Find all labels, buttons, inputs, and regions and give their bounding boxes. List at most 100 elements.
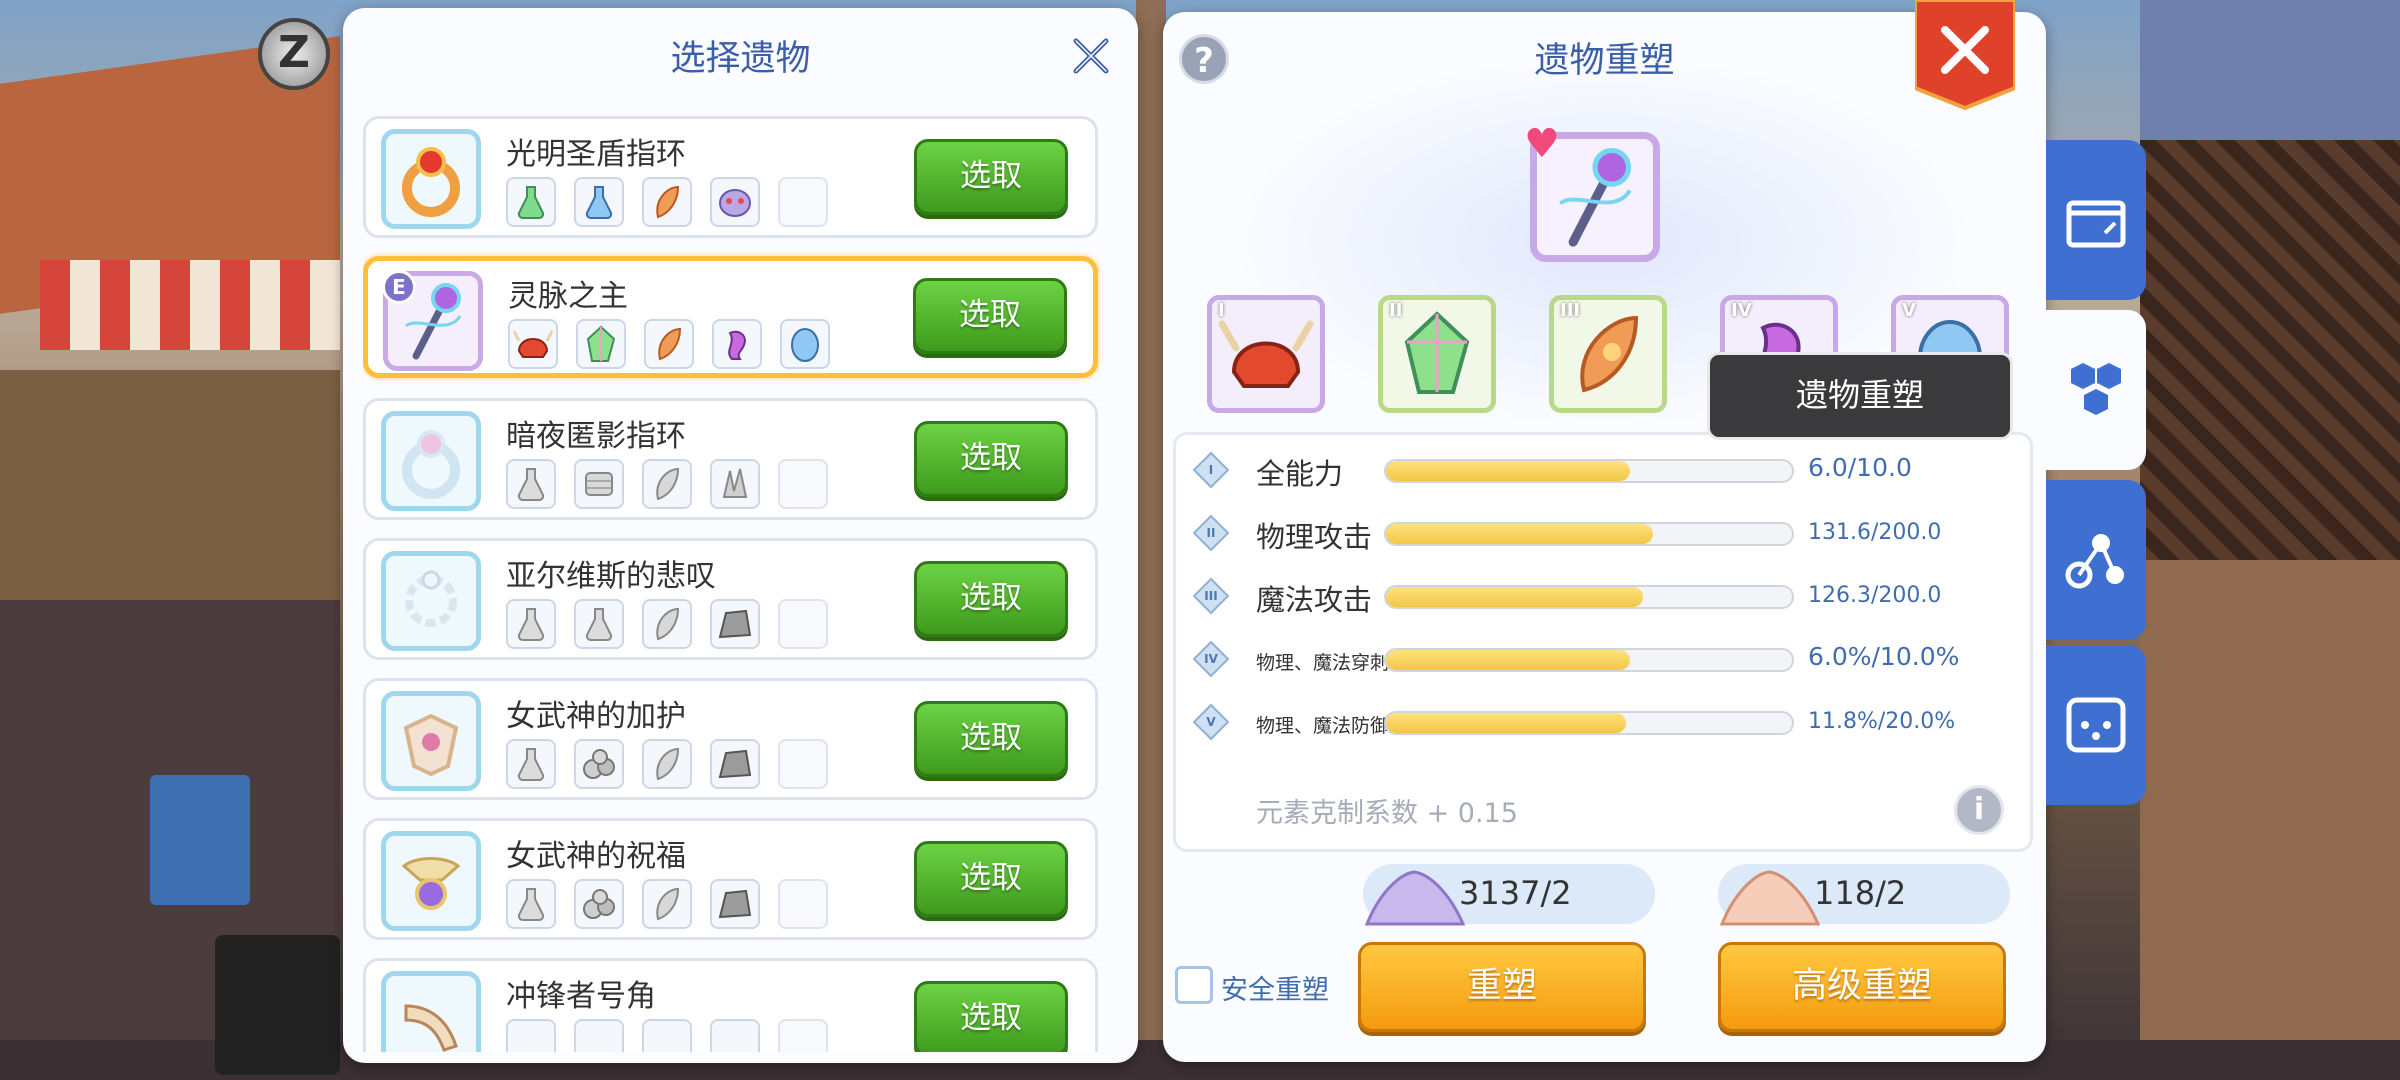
feather-icon bbox=[656, 467, 680, 501]
relic-thumbnail bbox=[381, 691, 481, 791]
panel-title: 遗物重塑 bbox=[1534, 41, 1675, 81]
attribute-value: 11.8%/20.0% bbox=[1808, 709, 1956, 734]
rune-slot bbox=[574, 739, 624, 789]
rocks-icon bbox=[583, 889, 615, 919]
ring-icon bbox=[402, 147, 460, 217]
select-button[interactable]: 选取 bbox=[914, 139, 1068, 215]
list-item[interactable]: 女武神的加护 选取 bbox=[363, 678, 1098, 800]
list-item[interactable]: 光明圣盾指环 选取 bbox=[363, 116, 1098, 238]
rune-slot bbox=[710, 177, 760, 227]
select-button[interactable]: 选取 bbox=[913, 278, 1067, 354]
helmet-icon bbox=[512, 330, 554, 358]
safe-reforge-label[interactable]: 安全重塑 bbox=[1221, 968, 1329, 1007]
tab-slots[interactable] bbox=[2046, 645, 2146, 805]
relic-name: 灵脉之主 bbox=[508, 279, 628, 314]
empty-rune-slot bbox=[778, 739, 828, 789]
rune-slot bbox=[506, 459, 556, 509]
list-item[interactable]: 暗夜匿影指环 选取 bbox=[363, 398, 1098, 520]
relic-thumbnail bbox=[381, 551, 481, 651]
safe-reforge-checkbox[interactable] bbox=[1175, 966, 1213, 1004]
select-button[interactable]: 选取 bbox=[914, 421, 1068, 497]
equipped-badge: E bbox=[382, 270, 416, 304]
relic-thumbnail: E bbox=[382, 270, 483, 371]
scale-icon bbox=[585, 472, 613, 496]
tab-bonds[interactable] bbox=[2046, 480, 2146, 640]
rune-slot-3[interactable]: III bbox=[1549, 295, 1667, 413]
rune-slot bbox=[710, 879, 760, 929]
select-button[interactable]: 选取 bbox=[914, 981, 1068, 1052]
diamond-icon: I bbox=[1192, 451, 1230, 489]
chain-icon bbox=[405, 570, 457, 627]
nodes-icon bbox=[2065, 534, 2124, 589]
relic-name: 光明圣盾指环 bbox=[506, 137, 686, 172]
rune-slot bbox=[642, 459, 692, 509]
diamond-icon: V bbox=[1192, 703, 1230, 741]
slot-numeral: V bbox=[1902, 300, 1916, 321]
purple-dust-cost: 3137/2 bbox=[1363, 864, 1655, 926]
element-coefficient-text: 元素克制系数 + 0.15 bbox=[1256, 798, 1518, 829]
potion-icon bbox=[517, 888, 545, 921]
list-item[interactable]: 亚尔维斯的悲叹 选取 bbox=[363, 538, 1098, 660]
relic-list[interactable]: 光明圣盾指环 选取 E 灵脉之主 选取 暗夜匿影指环 选取 亚尔维斯的悲叹 选取… bbox=[363, 112, 1118, 1052]
list-item-selected[interactable]: E 灵脉之主 选取 bbox=[363, 256, 1098, 378]
relic-thumbnail bbox=[381, 831, 481, 931]
empty-rune-slot bbox=[778, 599, 828, 649]
relic-thumbnail bbox=[381, 129, 481, 229]
pink-dust-icon bbox=[1719, 870, 1821, 926]
rune-slot bbox=[576, 319, 626, 369]
rune-slot bbox=[712, 319, 762, 369]
potion-icon bbox=[517, 748, 545, 781]
close-icon[interactable] bbox=[1915, 0, 2015, 110]
select-button[interactable]: 选取 bbox=[914, 701, 1068, 777]
attribute-list: I 全能力 6.0/10.0 II 物理攻击 131.6/200.0 III 魔… bbox=[1173, 432, 2033, 852]
attribute-row: IV 物理、魔法穿刺 6.0%/10.0% bbox=[1176, 634, 2026, 684]
attribute-row: I 全能力 6.0/10.0 bbox=[1176, 445, 2026, 495]
relic-name: 暗夜匿影指环 bbox=[506, 419, 686, 454]
diamond-icon: II bbox=[1192, 514, 1230, 552]
attribute-progress-bar bbox=[1384, 648, 1794, 672]
attribute-value: 126.3/200.0 bbox=[1808, 583, 1942, 608]
list-item[interactable]: 冲锋者号角 选取 bbox=[363, 958, 1098, 1052]
rune-slot bbox=[710, 599, 760, 649]
horn-icon bbox=[404, 1004, 458, 1052]
info-button[interactable]: i bbox=[1954, 785, 2004, 835]
tab-shop[interactable] bbox=[2046, 140, 2146, 300]
relic-thumbnail bbox=[381, 411, 481, 511]
attribute-value: 6.0/10.0 bbox=[1808, 453, 1912, 482]
rune-slot bbox=[508, 319, 558, 369]
rocks-icon bbox=[583, 749, 615, 779]
egg-icon bbox=[791, 328, 819, 362]
list-item[interactable]: 女武神的祝福 选取 bbox=[363, 818, 1098, 940]
feather-icon bbox=[656, 747, 680, 781]
relic-name: 冲锋者号角 bbox=[506, 979, 656, 1014]
attribute-row: III 魔法攻击 126.3/200.0 bbox=[1176, 571, 2026, 621]
rune-slot-2[interactable]: II bbox=[1378, 295, 1496, 413]
tab-relic-reforge[interactable] bbox=[2046, 310, 2146, 470]
rune-slot bbox=[642, 177, 692, 227]
rune-slot bbox=[574, 1019, 624, 1052]
attribute-label: 物理、魔法防御 bbox=[1256, 715, 1390, 737]
slot-numeral: III bbox=[1560, 300, 1581, 321]
rune-slot bbox=[574, 177, 624, 227]
dice-icon bbox=[2066, 697, 2126, 753]
reforge-button[interactable]: 重塑 bbox=[1358, 942, 1646, 1032]
rune-slot bbox=[642, 739, 692, 789]
heart-icon: ♥ bbox=[1524, 121, 1560, 167]
advanced-reforge-button[interactable]: 高级重塑 bbox=[1718, 942, 2006, 1032]
slot-numeral: II bbox=[1389, 300, 1403, 321]
rune-slot bbox=[506, 1019, 556, 1052]
purple-dust-amount: 3137/2 bbox=[1459, 874, 1572, 912]
z-action-button[interactable]: Z bbox=[258, 18, 330, 90]
pink-dust-cost: 118/2 bbox=[1718, 864, 2010, 926]
close-icon[interactable] bbox=[1071, 36, 1111, 76]
slot-numeral: IV bbox=[1731, 300, 1752, 321]
relic-name: 女武神的加护 bbox=[506, 699, 686, 734]
empty-rune-slot bbox=[778, 177, 828, 227]
wing-orb-icon bbox=[401, 857, 461, 910]
rune-slot-1[interactable]: I bbox=[1207, 295, 1325, 413]
potion-icon bbox=[585, 608, 613, 641]
select-button[interactable]: 选取 bbox=[914, 561, 1068, 637]
select-button[interactable]: 选取 bbox=[914, 841, 1068, 917]
hexagon-cluster-icon bbox=[2071, 363, 2121, 415]
potion-icon bbox=[517, 468, 545, 501]
